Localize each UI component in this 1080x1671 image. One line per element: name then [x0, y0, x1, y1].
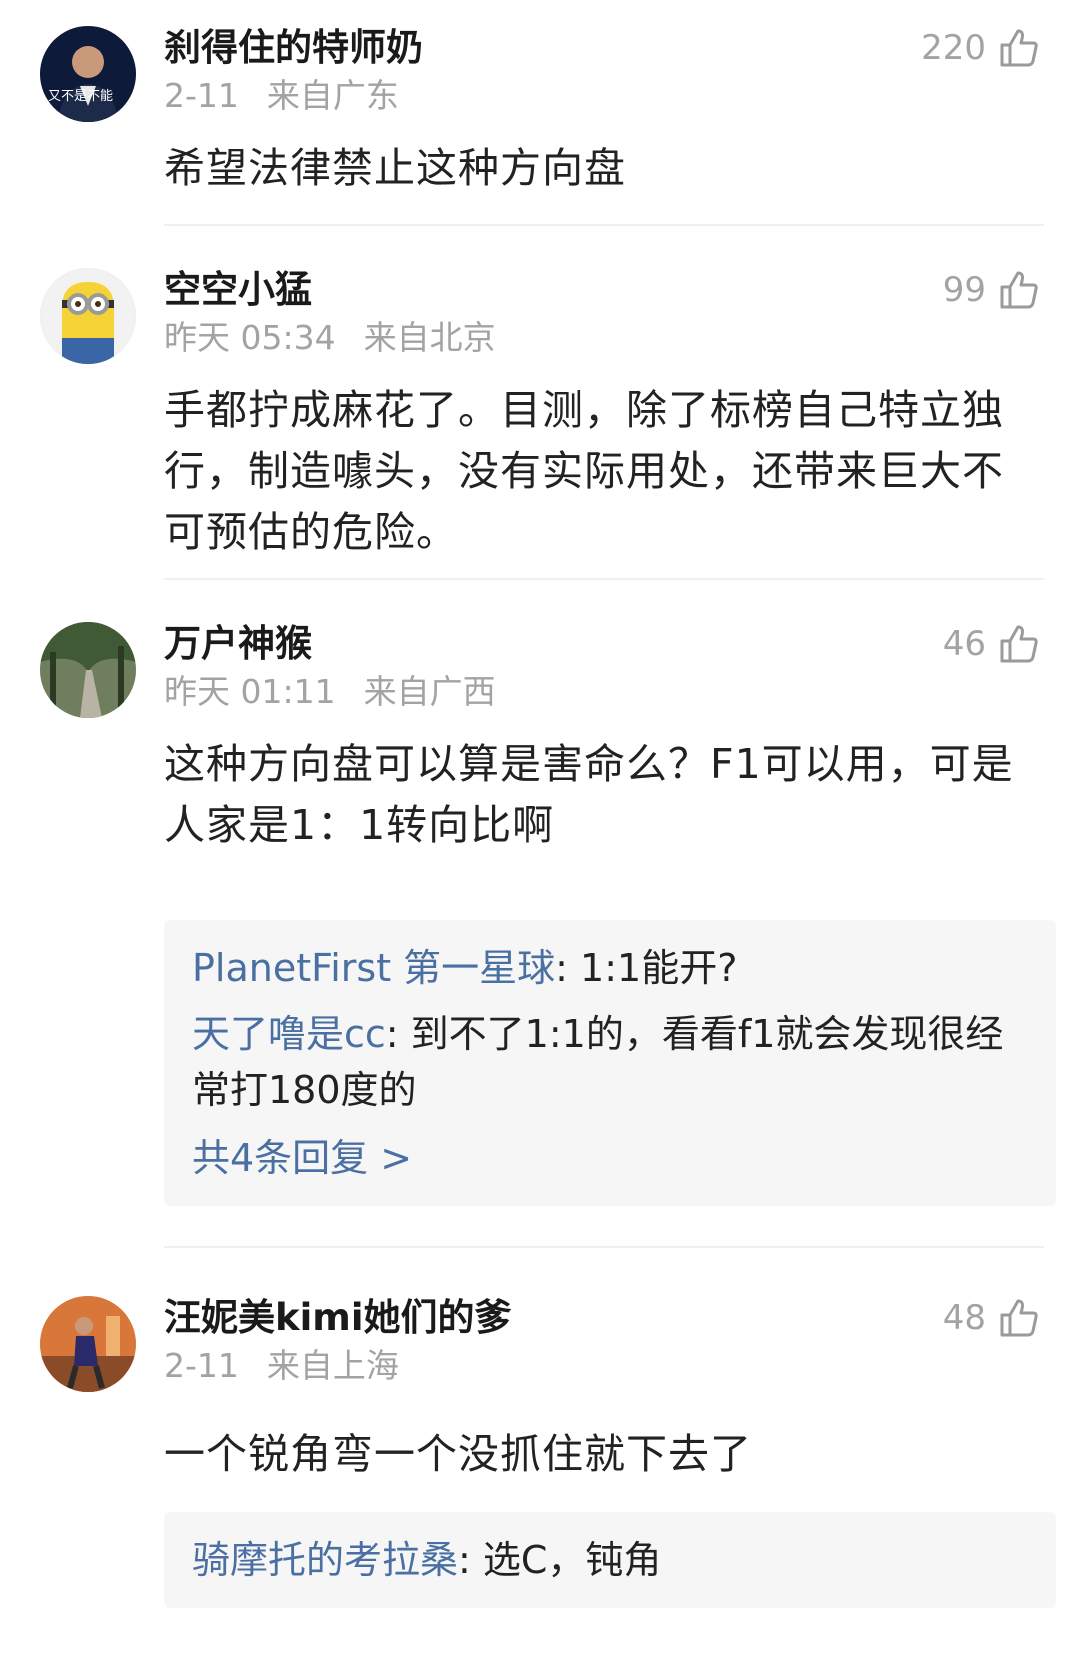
comment-meta: 昨天 05:34 来自北京: [164, 318, 496, 358]
comment-meta: 2-11 来自广东: [164, 76, 399, 116]
comment-text: 这种方向盘可以算是害命么？F1可以用，可是人家是1：1转向比啊: [164, 740, 1014, 849]
thumbs-up-icon: [1000, 29, 1038, 67]
comment-location: 来自广西: [363, 672, 496, 711]
comment-date: 2-11: [164, 76, 239, 115]
comment-text: 希望法律禁止这种方向盘: [164, 144, 626, 192]
comment-text: 一个锐角弯一个没抓住就下去了: [164, 1430, 752, 1478]
view-more-replies-link[interactable]: 共4条回复 >: [192, 1130, 1028, 1186]
user-avatar[interactable]: [40, 1296, 136, 1392]
like-button[interactable]: 220: [921, 24, 1040, 72]
comment-location: 来自广东: [266, 76, 399, 115]
comment-text: 手都拧成麻花了。目测，除了标榜自己特立独行，制造噱头，没有实际用处，还带来巨大不…: [164, 386, 1004, 556]
comment-location: 来自上海: [266, 1346, 399, 1385]
like-count: 46: [942, 624, 986, 664]
like-count: 99: [942, 270, 986, 310]
reply-text: : 选C，钝角: [458, 1538, 662, 1582]
comment-date: 昨天 01:11: [164, 672, 336, 711]
username[interactable]: 汪妮美kimi她们的爹: [164, 1296, 512, 1340]
like-count: 48: [942, 1298, 986, 1338]
thumbs-up-icon: [1000, 625, 1038, 663]
reply-item[interactable]: PlanetFirst 第一星球: 1:1能开?: [192, 940, 1028, 996]
like-count: 220: [921, 28, 986, 68]
like-button[interactable]: 99: [943, 266, 1040, 314]
reply-box: 骑摩托的考拉桑: 选C，钝角: [164, 1512, 1056, 1608]
comment-meta: 昨天 01:11 来自广西: [164, 672, 496, 712]
username[interactable]: 刹得住的特师奶: [164, 26, 423, 70]
divider: [164, 224, 1044, 226]
username[interactable]: 空空小猛: [164, 268, 312, 312]
comment-date: 昨天 05:34: [164, 318, 336, 357]
user-avatar[interactable]: [40, 268, 136, 364]
divider: [164, 578, 1044, 580]
reply-username[interactable]: PlanetFirst 第一星球: [192, 946, 555, 990]
like-button[interactable]: 46: [943, 620, 1040, 668]
reply-item[interactable]: 骑摩托的考拉桑: 选C，钝角: [192, 1532, 1028, 1588]
svg-text:又不是不能: 又不是不能: [48, 89, 113, 104]
like-button[interactable]: 48: [943, 1294, 1040, 1342]
divider: [164, 1246, 1044, 1248]
reply-item[interactable]: 天了噜是cc: 到不了1:1的，看看f1就会发现很经常打180度的: [192, 1006, 1028, 1118]
user-avatar[interactable]: [40, 622, 136, 718]
gym-avatar-icon: [40, 1296, 136, 1392]
forest-path-avatar-icon: [40, 622, 136, 718]
minion-avatar-icon: [40, 268, 136, 364]
reply-username[interactable]: 天了噜是cc: [192, 1012, 386, 1056]
reply-text: : 1:1能开?: [555, 946, 738, 990]
comment-meta: 2-11 来自上海: [164, 1346, 399, 1386]
reply-box: PlanetFirst 第一星球: 1:1能开? 天了噜是cc: 到不了1:1的…: [164, 920, 1056, 1206]
thumbs-up-icon: [1000, 271, 1038, 309]
reply-username[interactable]: 骑摩托的考拉桑: [192, 1538, 458, 1582]
thumbs-up-icon: [1000, 1299, 1038, 1337]
comment-location: 来自北京: [363, 318, 496, 357]
comment-date: 2-11: [164, 1346, 239, 1385]
username[interactable]: 万户神猴: [164, 622, 312, 666]
user-avatar[interactable]: 又不是不能: [40, 26, 136, 122]
person-avatar-icon: 又不是不能: [40, 26, 136, 122]
